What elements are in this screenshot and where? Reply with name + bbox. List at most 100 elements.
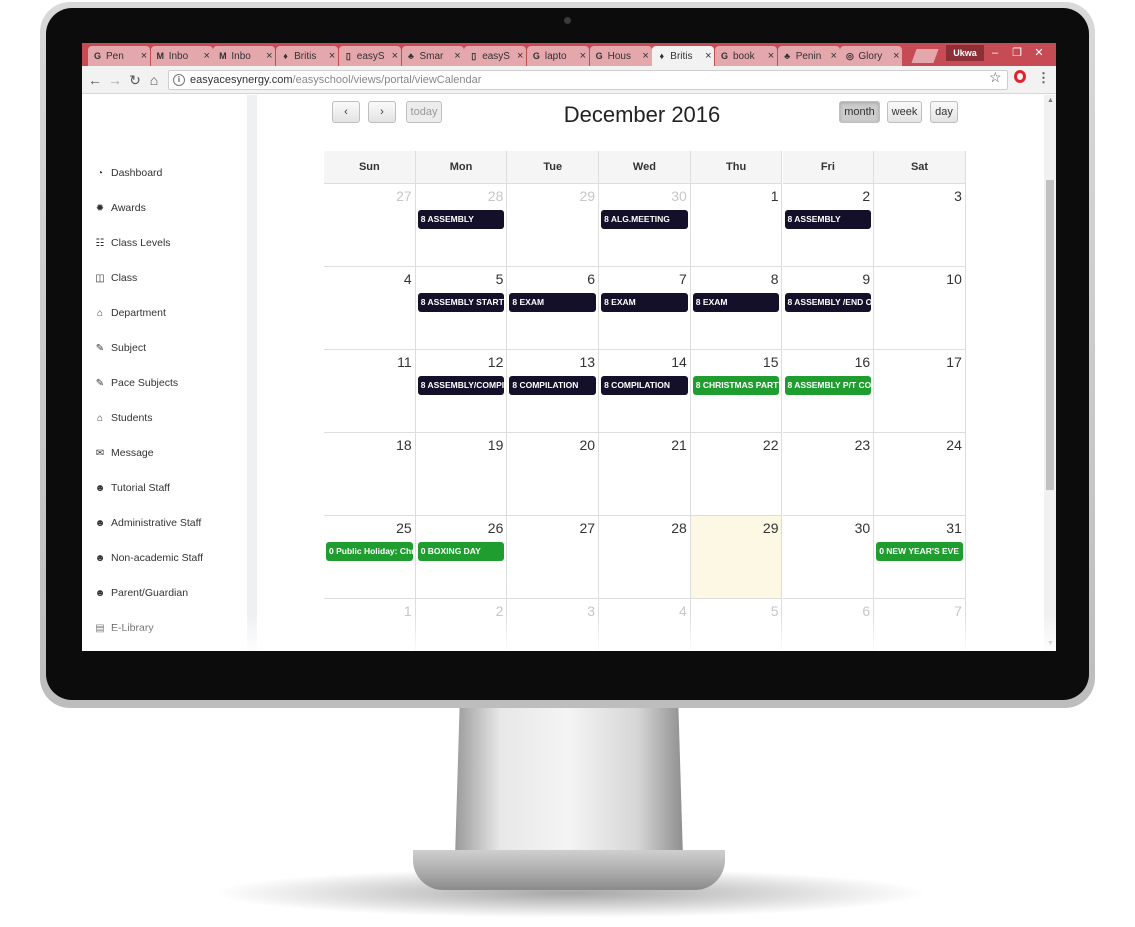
- calendar-day[interactable]: 30: [782, 516, 875, 599]
- calendar-event[interactable]: 8 ALG.MEETING: [601, 210, 688, 229]
- tab-close-icon[interactable]: ×: [326, 50, 338, 62]
- minimize-button[interactable]: –: [984, 44, 1006, 62]
- calendar-day[interactable]: 10: [874, 267, 966, 350]
- calendar-day[interactable]: 12 8 ASSEMBLY/COMPILATION: [415, 350, 508, 433]
- sidebar-item-class[interactable]: ◫ Class: [94, 270, 137, 286]
- calendar-day[interactable]: 3: [874, 184, 966, 267]
- close-window-button[interactable]: ✕: [1028, 44, 1050, 62]
- calendar-day[interactable]: 31 0 NEW YEAR'S EVE: [874, 516, 966, 599]
- sidebar-item-class-levels[interactable]: ☷ Class Levels: [94, 235, 171, 251]
- calendar-day[interactable]: 14 8 COMPILATION: [599, 350, 691, 433]
- browser-tab[interactable]: M Inbo ×: [150, 46, 213, 66]
- today-button[interactable]: today: [406, 101, 442, 123]
- calendar-day[interactable]: 6 8 EXAM: [507, 267, 600, 350]
- tab-close-icon[interactable]: ×: [765, 50, 777, 62]
- scrollbar-thumb[interactable]: [1046, 180, 1054, 490]
- browser-tab[interactable]: G Hous ×: [589, 46, 652, 66]
- calendar-day[interactable]: 18: [324, 433, 416, 516]
- sidebar-item-dashboard[interactable]: ◔ Dashboard: [94, 165, 162, 181]
- new-tab-button[interactable]: [911, 49, 939, 63]
- browser-tab[interactable]: ♣ Penin ×: [777, 46, 840, 66]
- browser-tab[interactable]: ◎ Glory ×: [840, 46, 903, 66]
- sidebar-item-subject[interactable]: ✎ Subject: [94, 340, 146, 356]
- tab-close-icon[interactable]: ×: [201, 50, 213, 62]
- profile-button[interactable]: Ukwa: [946, 45, 984, 61]
- sidebar-item-department[interactable]: ⌂ Department: [94, 305, 166, 321]
- calendar-day-today[interactable]: 29: [690, 516, 783, 599]
- calendar-day[interactable]: 26 0 BOXING DAY: [415, 516, 508, 599]
- browser-menu-icon[interactable]: ⋮: [1037, 70, 1050, 86]
- calendar-day[interactable]: 2: [416, 599, 508, 651]
- calendar-day[interactable]: 27: [507, 516, 600, 599]
- browser-tab[interactable]: ♣ Smar ×: [401, 46, 464, 66]
- tab-close-icon[interactable]: ×: [828, 50, 840, 62]
- week-view-button[interactable]: week: [887, 101, 922, 123]
- calendar-day[interactable]: 20: [507, 433, 600, 516]
- calendar-event[interactable]: 8 CHRISTMAS PARTY/CAROL: [692, 376, 780, 395]
- browser-tab[interactable]: Gbook ×: [715, 46, 777, 66]
- calendar-event[interactable]: 0 Public Holiday: Christmas: [326, 542, 413, 561]
- calendar-event[interactable]: 8 ASSEMBLY START OF EXAM: [417, 293, 505, 312]
- maximize-button[interactable]: ❐: [1006, 44, 1028, 62]
- calendar-day[interactable]: 8 8 EXAM: [690, 267, 783, 350]
- bookmark-star-icon[interactable]: ☆: [989, 69, 1002, 86]
- tab-close-icon[interactable]: ×: [263, 50, 275, 62]
- calendar-day[interactable]: 25 0 Public Holiday: Christmas: [324, 516, 416, 599]
- calendar-day[interactable]: 27: [324, 184, 416, 267]
- calendar-day[interactable]: 1: [324, 599, 416, 651]
- calendar-day[interactable]: 19: [415, 433, 508, 516]
- sidebar-item-message[interactable]: ✉ Message: [94, 445, 154, 461]
- month-view-button[interactable]: month: [839, 101, 880, 123]
- calendar-event[interactable]: 8 EXAM: [509, 293, 597, 312]
- calendar-day[interactable]: 22: [690, 433, 783, 516]
- tab-close-icon[interactable]: ×: [577, 50, 589, 62]
- calendar-day[interactable]: 24: [874, 433, 966, 516]
- calendar-day[interactable]: 7 8 EXAM: [599, 267, 691, 350]
- url-input[interactable]: i easyacesynergy.com/easyschool/views/po…: [168, 70, 1008, 90]
- calendar-event[interactable]: 0 BOXING DAY: [417, 542, 505, 561]
- tab-close-icon[interactable]: ×: [890, 50, 902, 62]
- calendar-day[interactable]: 30 8 ALG.MEETING: [599, 184, 691, 267]
- calendar-day[interactable]: 4: [599, 599, 691, 651]
- sidebar-item-parent-guardian[interactable]: ☻ Parent/Guardian: [94, 585, 188, 601]
- tab-close-icon[interactable]: ×: [452, 50, 464, 62]
- home-button[interactable]: ⌂: [145, 71, 163, 89]
- tab-close-icon[interactable]: ×: [702, 50, 714, 62]
- calendar-event[interactable]: 8 ASSEMBLY P/T CONSULTATION: [784, 376, 872, 395]
- calendar-event[interactable]: 0 NEW YEAR'S EVE: [876, 542, 963, 561]
- browser-tab[interactable]: Glapto ×: [526, 46, 589, 66]
- calendar-event[interactable]: 8 COMPILATION: [509, 376, 597, 395]
- calendar-day[interactable]: 17: [874, 350, 966, 433]
- calendar-day[interactable]: 1: [690, 184, 783, 267]
- calendar-day[interactable]: 15 8 CHRISTMAS PARTY/CAROL: [690, 350, 783, 433]
- opera-extension-icon[interactable]: [1014, 70, 1026, 83]
- info-icon[interactable]: i: [173, 74, 185, 86]
- calendar-event[interactable]: 8 ASSEMBLY: [417, 210, 505, 229]
- calendar-day[interactable]: 5: [691, 599, 783, 651]
- browser-tab[interactable]: M Inbo ×: [213, 46, 276, 66]
- tab-close-icon[interactable]: ×: [138, 50, 150, 62]
- next-month-button[interactable]: ›: [368, 101, 396, 123]
- calendar-day[interactable]: 29: [507, 184, 600, 267]
- tab-close-icon[interactable]: ×: [514, 50, 526, 62]
- sidebar-item-non-academic-staff[interactable]: ☻ Non-academic Staff: [94, 550, 203, 566]
- sidebar-item-pace-subjects[interactable]: ✎ Pace Subjects: [94, 375, 178, 391]
- calendar-day[interactable]: 6: [783, 599, 875, 651]
- tab-close-icon[interactable]: ×: [389, 50, 401, 62]
- tab-close-icon[interactable]: ×: [640, 50, 652, 62]
- calendar-day[interactable]: 9 8 ASSEMBLY /END OF EXAM: [782, 267, 875, 350]
- calendar-day[interactable]: 2 8 ASSEMBLY: [782, 184, 875, 267]
- browser-tab[interactable]: ▯ easyS ×: [464, 46, 527, 66]
- browser-tab[interactable]: G Pen ×: [88, 46, 150, 66]
- scroll-down-arrow-icon[interactable]: ▼: [1047, 640, 1054, 647]
- calendar-day[interactable]: 11: [324, 350, 416, 433]
- calendar-day[interactable]: 28 8 ASSEMBLY: [415, 184, 508, 267]
- calendar-day[interactable]: 16 8 ASSEMBLY P/T CONSULTATION: [782, 350, 875, 433]
- calendar-day[interactable]: 7: [874, 599, 966, 651]
- browser-tab[interactable]: ▯ easyS ×: [338, 46, 401, 66]
- forward-button[interactable]: →: [106, 71, 124, 89]
- calendar-event[interactable]: 8 EXAM: [601, 293, 688, 312]
- calendar-day[interactable]: 23: [782, 433, 875, 516]
- browser-tab[interactable]: ♦ Britis ×: [276, 46, 339, 66]
- prev-month-button[interactable]: ‹: [332, 101, 360, 123]
